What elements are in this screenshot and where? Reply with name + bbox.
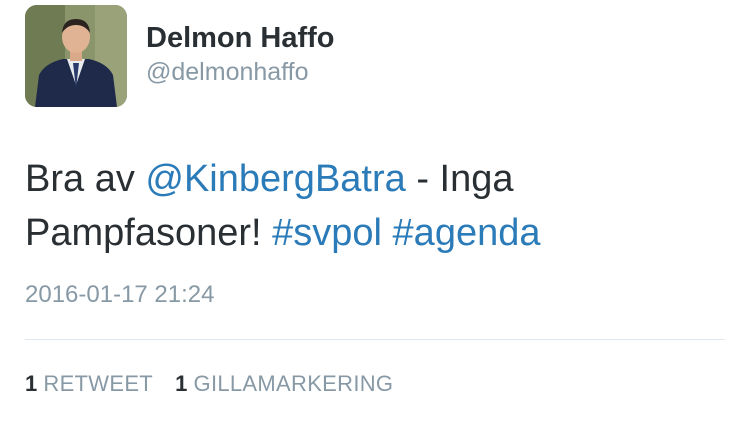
tweet-text: Bra av @KinbergBatra - Inga Pampfasoner!… — [25, 152, 725, 260]
profile-photo-icon — [25, 5, 127, 107]
retweet-label: RETWEET — [43, 371, 154, 396]
like-count: 1 — [175, 371, 188, 396]
user-display-name[interactable]: Delmon Haffo — [146, 20, 335, 56]
retweet-count: 1 — [25, 371, 38, 396]
tweet-text-segment: Bra av — [25, 158, 146, 200]
user-handle[interactable]: @delmonhaffo — [146, 56, 309, 88]
like-label: GILLAMARKERING — [193, 371, 394, 396]
tweet-detail: Delmon Haffo @delmonhaffo Bra av @Kinber… — [0, 0, 749, 421]
tweet-stats: 1 RETWEET 1 GILLAMARKERING — [25, 369, 409, 399]
hashtag-link-svpol[interactable]: #svpol — [272, 212, 382, 254]
mention-link[interactable]: @KinbergBatra — [145, 158, 405, 200]
hashtag-link-agenda[interactable]: #agenda — [393, 212, 541, 254]
like-stat[interactable]: 1 GILLAMARKERING — [175, 369, 393, 399]
avatar[interactable] — [25, 5, 127, 107]
retweet-stat[interactable]: 1 RETWEET — [25, 369, 153, 399]
divider — [25, 339, 725, 340]
tweet-timestamp[interactable]: 2016-01-17 21:24 — [25, 280, 215, 310]
